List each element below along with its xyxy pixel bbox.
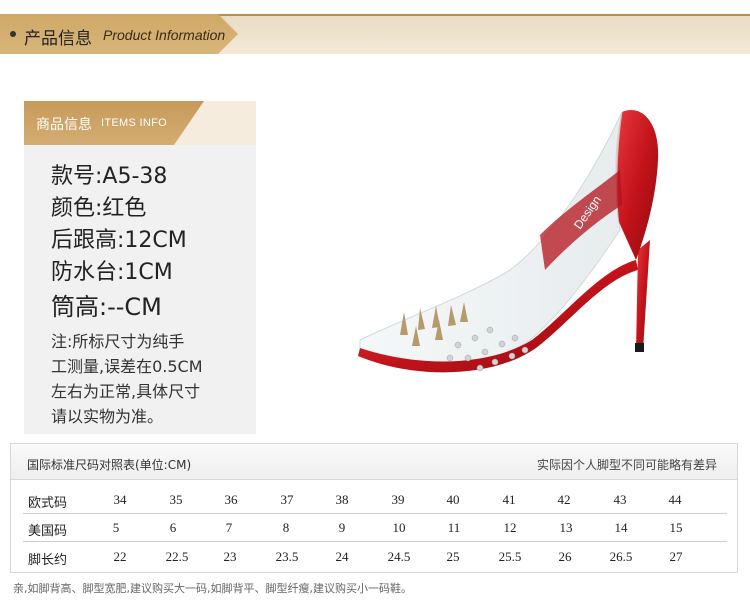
note-line: 工测量,误差在0.5CM <box>51 357 203 376</box>
table-cell: 23.5 <box>275 549 299 564</box>
sizing-advice: 亲,如脚背高、脚型宽肥,建议购买大一码,如脚背平、脚型纤瘦,建议购买小一码鞋。 <box>13 582 412 595</box>
heel-tip <box>635 343 644 352</box>
table-row: 欧式码 34 35 36 37 38 39 40 41 42 43 44 <box>11 486 737 516</box>
table-cell: 8 <box>282 520 290 535</box>
bullet-icon <box>10 31 16 37</box>
color-info: 颜色:红色 <box>51 196 147 221</box>
size-chart-header: 国际标准尺码对照表(单位:CM) 实际因个人脚型不同可能略有差异 <box>11 444 737 480</box>
table-cell: 11 <box>447 520 461 535</box>
note-line: 左右为正常,具体尺寸 <box>51 382 201 401</box>
table-cell: 41 <box>502 492 516 507</box>
table-cell: 44 <box>668 492 682 507</box>
size-chart: 国际标准尺码对照表(单位:CM) 实际因个人脚型不同可能略有差异 欧式码 34 … <box>10 443 738 573</box>
table-cell: 5 <box>112 520 120 535</box>
note-line: 请以实物为准。 <box>51 407 164 426</box>
note-line: 注:所标尺寸为纯手 <box>51 332 185 351</box>
section-header: 产品信息 Product Information <box>0 14 750 54</box>
items-info-title-en: ITEMS INFO <box>101 117 167 129</box>
table-cell: 40 <box>446 492 460 507</box>
row-label: 美国码 <box>28 524 68 539</box>
row-label: 脚长约 <box>28 553 68 568</box>
header-title-en: Product Information <box>103 27 226 43</box>
table-cell: 38 <box>335 492 349 507</box>
table-cell: 27 <box>669 549 683 564</box>
heel-height: 后跟高:12CM <box>51 228 187 253</box>
table-cell: 22.5 <box>165 549 189 564</box>
items-info-header: 商品信息 ITEMS INFO <box>24 101 256 145</box>
table-cell: 14 <box>614 520 628 535</box>
table-cell: 9 <box>338 520 346 535</box>
table-cell: 26.5 <box>609 549 633 564</box>
table-cell: 25 <box>446 549 460 564</box>
header-title-cn: 产品信息 <box>24 29 92 49</box>
measurement-note: 注:所标尺寸为纯手 工测量,误差在0.5CM 左右为正常,具体尺寸 请以实物为准… <box>51 329 256 429</box>
platform-height: 防水台:1CM <box>51 260 173 285</box>
table-cell: 13 <box>559 520 573 535</box>
shoe-vamp <box>359 111 623 365</box>
table-cell: 15 <box>669 520 683 535</box>
table-cell: 22 <box>113 549 127 564</box>
table-cell: 39 <box>391 492 405 507</box>
row-label: 欧式码 <box>28 496 68 511</box>
table-cell: 34 <box>113 492 127 507</box>
shaft-height: 筒高:--CM <box>51 293 162 321</box>
table-cell: 12 <box>503 520 517 535</box>
header-cut-decoration <box>174 101 256 145</box>
table-cell: 43 <box>613 492 627 507</box>
table-cell: 24 <box>335 549 349 564</box>
table-cell: 7 <box>225 520 233 535</box>
table-cell: 37 <box>280 492 294 507</box>
table-row: 脚长约 22 22.5 23 23.5 24 24.5 25 25.5 26 2… <box>11 543 737 573</box>
table-cell: 24.5 <box>387 549 411 564</box>
shoe-back <box>615 110 659 260</box>
table-cell: 26 <box>558 549 572 564</box>
table-cell: 6 <box>169 520 177 535</box>
table-cell: 35 <box>169 492 183 507</box>
table-cell: 42 <box>557 492 571 507</box>
heel <box>636 240 650 350</box>
model-number: 款号:A5-38 <box>51 164 168 189</box>
table-cell: 23 <box>223 549 237 564</box>
size-chart-title: 国际标准尺码对照表(单位:CM) <box>27 458 192 472</box>
table-cell: 36 <box>224 492 238 507</box>
table-row: 美国码 5 6 7 8 9 10 11 12 13 14 15 <box>11 514 737 544</box>
table-cell: 25.5 <box>498 549 522 564</box>
shoe-image: Design <box>358 110 659 373</box>
table-cell: 10 <box>392 520 406 535</box>
size-chart-note: 实际因个人脚型不同可能略有差异 <box>536 458 717 472</box>
row-divider <box>23 541 727 542</box>
items-info-title-cn: 商品信息 <box>36 117 92 133</box>
items-info-panel: 商品信息 ITEMS INFO 款号:A5-38 颜色:红色 后跟高:12CM … <box>24 101 256 434</box>
